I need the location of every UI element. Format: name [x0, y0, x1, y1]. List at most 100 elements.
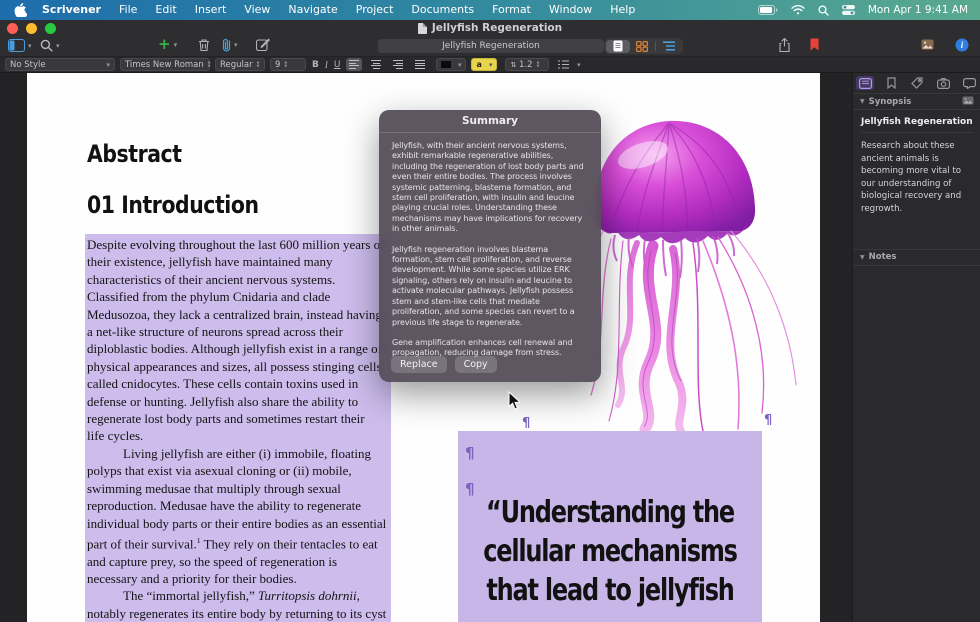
add-item-button[interactable]: + — [158, 37, 171, 52]
window-title-text: Jellyfish Regeneration — [432, 22, 562, 34]
heading-introduction: 01 Introduction — [87, 191, 259, 219]
share-icon[interactable] — [779, 38, 790, 52]
window-title: Jellyfish Regeneration — [418, 22, 562, 34]
chevron-down-icon[interactable]: ▾ — [56, 42, 60, 50]
menu-insert[interactable]: Insert — [186, 0, 236, 20]
apple-menu-icon[interactable] — [14, 3, 27, 17]
tab-metadata[interactable] — [908, 76, 926, 90]
highlight-color-well[interactable]: a▾ — [471, 58, 497, 71]
mouse-cursor — [508, 391, 521, 410]
align-left-button[interactable] — [346, 58, 362, 71]
menu-items: Scrivener File Edit Insert View Navigate… — [0, 0, 644, 20]
synopsis-section-header[interactable]: ▼ Synopsis — [853, 93, 980, 110]
summary-paragraph: Jellyfish regeneration involves blastema… — [392, 245, 588, 328]
chevron-down-icon: ▼ — [860, 254, 865, 261]
window-controls — [7, 23, 56, 34]
text-color-well[interactable]: ▾ — [436, 58, 466, 71]
control-center-icon[interactable] — [842, 5, 855, 15]
tab-synopsis-notes[interactable] — [856, 76, 874, 90]
list-format-dropdown[interactable]: ▾ — [554, 59, 584, 70]
inspector-panel: ▼ Synopsis Jellyfish Regeneration Resear… — [852, 73, 980, 622]
synopsis-text: Research about these ancient animals is … — [861, 140, 973, 216]
status-icons: Mon Apr 1 9:41 AM — [758, 4, 980, 16]
paragraph: The “immortal jellyfish,” Turritopsis do… — [87, 587, 389, 622]
binder-sidebar-toggle-icon[interactable] — [8, 39, 25, 52]
chevron-down-icon[interactable]: ▾ — [234, 41, 238, 49]
summary-paragraph: Jellyfish, with their ancient nervous sy… — [392, 141, 588, 235]
font-size-stepper[interactable]: 9▲▼ — [270, 58, 306, 71]
font-weight-dropdown[interactable]: Regular▲▼ — [215, 58, 265, 71]
menu-format[interactable]: Format — [483, 0, 540, 20]
align-justify-button[interactable] — [412, 58, 428, 71]
view-mode-outline-button[interactable] — [657, 40, 681, 53]
paragraph: Despite evolving throughout the last 600… — [87, 236, 389, 445]
pilcrow-mark: ¶ — [465, 444, 475, 462]
battery-icon[interactable] — [758, 5, 778, 15]
spotlight-search-icon[interactable] — [818, 5, 829, 16]
line-spacing-stepper[interactable]: ⇅ 1.2▲▼ — [505, 58, 549, 71]
size-value: 9 — [275, 60, 280, 70]
menu-clock[interactable]: Mon Apr 1 9:41 AM — [868, 4, 968, 16]
compose-icon[interactable] — [256, 38, 270, 51]
wifi-icon[interactable] — [791, 5, 805, 15]
menu-navigate[interactable]: Navigate — [279, 0, 346, 20]
align-right-button[interactable] — [390, 58, 406, 71]
italic-button[interactable]: I — [325, 60, 328, 70]
align-center-button[interactable] — [368, 58, 384, 71]
menu-view[interactable]: View — [235, 0, 279, 20]
bookmark-icon[interactable] — [810, 38, 819, 51]
synopsis-image-icon[interactable] — [962, 96, 974, 105]
tab-bookmarks[interactable] — [882, 76, 900, 90]
summary-popup-body: Jellyfish, with their ancient nervous sy… — [379, 133, 601, 359]
document-body-text[interactable]: Despite evolving throughout the last 600… — [85, 234, 391, 622]
copy-button[interactable]: Copy — [455, 356, 497, 373]
replace-button[interactable]: Replace — [391, 356, 447, 373]
pilcrow-mark: ¶ — [522, 416, 530, 431]
style-value: No Style — [10, 60, 46, 70]
font-dropdown[interactable]: Times New Roman▲▼ — [120, 58, 210, 71]
notes-editor[interactable] — [853, 266, 980, 566]
chevron-down-icon[interactable]: ▾ — [28, 42, 32, 50]
menu-edit[interactable]: Edit — [146, 0, 185, 20]
screen: Scrivener File Edit Insert View Navigate… — [0, 0, 980, 622]
attachment-paperclip-icon[interactable] — [222, 38, 231, 52]
bold-button[interactable]: B — [312, 60, 319, 70]
line-spacing-value: 1.2 — [519, 60, 533, 70]
toolbar: ▾ ▾ + ▾ ▾ Jellyfish Regeneration — [0, 36, 980, 57]
notes-header-label: Notes — [869, 252, 897, 262]
underline-button[interactable]: U — [334, 60, 341, 70]
style-dropdown[interactable]: No Style▾ — [5, 58, 115, 71]
trash-icon[interactable] — [198, 38, 210, 52]
heading-abstract: Abstract — [87, 140, 182, 168]
close-window-button[interactable] — [7, 23, 18, 34]
tab-snapshots[interactable] — [934, 76, 952, 90]
search-icon[interactable] — [40, 39, 53, 52]
notes-section-header[interactable]: ▼ Notes — [853, 249, 980, 266]
minimize-window-button[interactable] — [26, 23, 37, 34]
menu-help[interactable]: Help — [601, 0, 644, 20]
chevron-down-icon[interactable]: ▾ — [174, 41, 178, 49]
menu-documents[interactable]: Documents — [402, 0, 483, 20]
synopsis-editor[interactable]: Jellyfish Regeneration Research about th… — [853, 110, 980, 223]
menu-scrivener[interactable]: Scrivener — [33, 0, 110, 20]
view-mode-segmented-control — [604, 38, 683, 54]
synopsis-header-label: Synopsis — [869, 97, 912, 107]
highlight-letter: a — [476, 60, 481, 69]
inspector-tabs — [853, 73, 980, 93]
menu-project[interactable]: Project — [347, 0, 403, 20]
pull-quote-text: “Understanding thecellular mechanismstha… — [458, 493, 762, 610]
menu-window[interactable]: Window — [540, 0, 601, 20]
view-mode-corkboard-button[interactable] — [630, 40, 654, 53]
media-icon[interactable] — [921, 39, 934, 50]
summary-popup-title: Summary — [379, 110, 601, 133]
document-title-field[interactable]: Jellyfish Regeneration — [378, 39, 604, 53]
pilcrow-mark: ¶ — [764, 413, 772, 428]
menu-file[interactable]: File — [110, 0, 146, 20]
chevron-down-icon: ▼ — [860, 98, 865, 105]
view-mode-document-button[interactable] — [606, 40, 630, 53]
zoom-window-button[interactable] — [45, 23, 56, 34]
inspector-info-icon[interactable]: i — [955, 38, 969, 52]
menu-bar: Scrivener File Edit Insert View Navigate… — [0, 0, 980, 20]
tab-comments[interactable] — [960, 76, 978, 90]
pull-quote-block[interactable]: ¶ ¶ “Understanding thecellular mechanism… — [458, 431, 762, 622]
